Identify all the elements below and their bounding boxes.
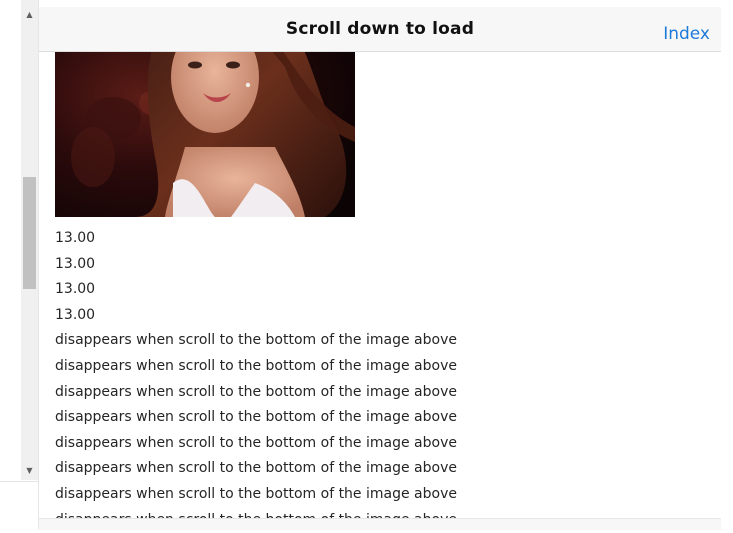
value-line: 13.00 (55, 230, 96, 246)
scrollbar-thumb[interactable] (23, 177, 36, 289)
value-line: 13.00 (55, 281, 96, 298)
bottom-bar (39, 518, 721, 530)
scroll-down-arrow-icon[interactable]: ▼ (21, 462, 38, 479)
index-link[interactable]: Index (663, 7, 710, 51)
message-line: disappears when scroll to the bottom of … (55, 357, 457, 374)
divider (0, 481, 38, 482)
value-line: 13.00 (55, 255, 96, 272)
message-line: disappears when scroll to the bottom of … (55, 409, 457, 426)
left-pane: ▲ ▼ (0, 0, 39, 529)
value-line: 13.00 (55, 306, 96, 323)
page-title: Scroll down to load (285, 19, 475, 39)
message-line: disappears when scroll to the bottom of … (55, 383, 457, 400)
content-area: 13.00 13.00 13.00 13.00 disappears when … (55, 0, 721, 529)
text-list: 13.00 13.00 13.00 13.00 disappears when … (55, 226, 457, 533)
message-line: disappears when scroll to the bottom of … (55, 434, 457, 451)
scroll-up-arrow-icon[interactable]: ▲ (21, 6, 38, 23)
message-line: disappears when scroll to the bottom of … (55, 485, 457, 502)
top-navigation-bar: Scroll down to load Index (39, 7, 721, 52)
vertical-scrollbar[interactable]: ▲ ▼ (21, 0, 38, 480)
message-line: disappears when scroll to the bottom of … (55, 332, 457, 349)
message-line: disappears when scroll to the bottom of … (55, 460, 457, 477)
